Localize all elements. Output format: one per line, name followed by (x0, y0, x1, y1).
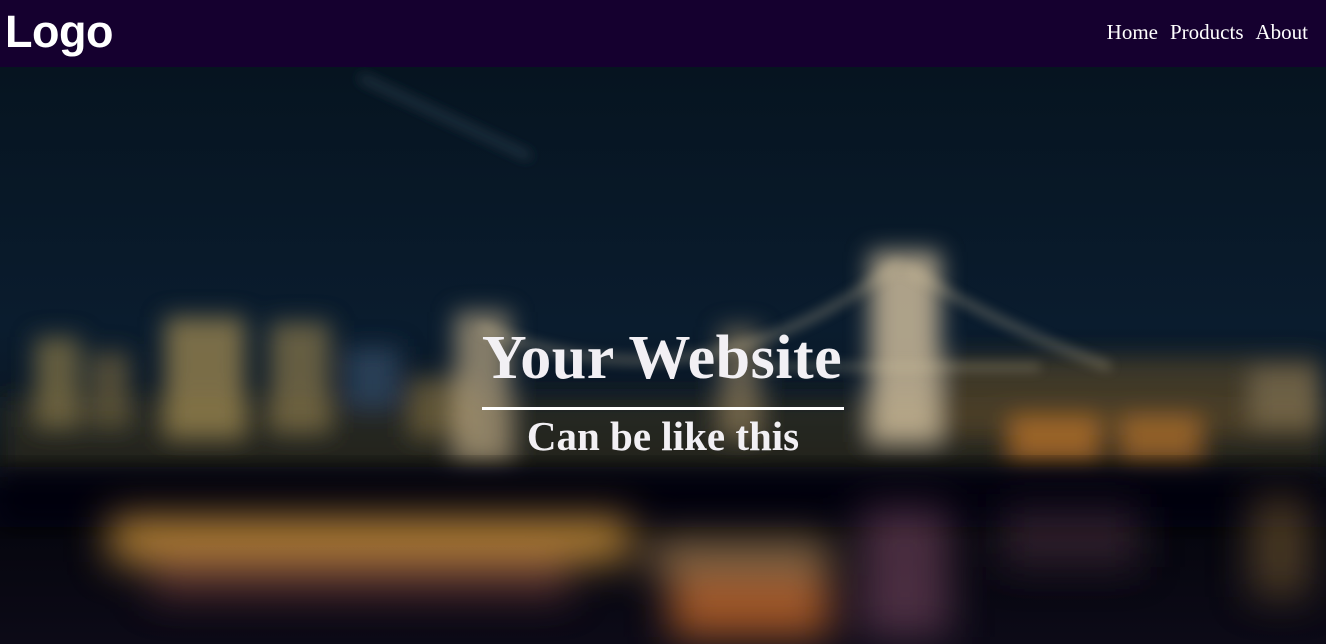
hero-title: Your Website (481, 324, 843, 392)
nav-link-about[interactable]: About (1256, 18, 1309, 46)
hero-heading-group: Your Website Can be like this (0, 325, 1326, 461)
hero-section: Your Website Can be like this (0, 67, 1326, 644)
nav-link-home[interactable]: Home (1107, 18, 1158, 46)
logo[interactable]: Logo (5, 4, 113, 60)
hero-title-underline: Your Website (481, 324, 845, 410)
nav-link-products[interactable]: Products (1170, 18, 1244, 46)
navbar: Logo Home Products About (0, 0, 1326, 67)
hero-subtitle: Can be like this (526, 413, 800, 459)
nav-links: Home Products About (1107, 18, 1308, 46)
